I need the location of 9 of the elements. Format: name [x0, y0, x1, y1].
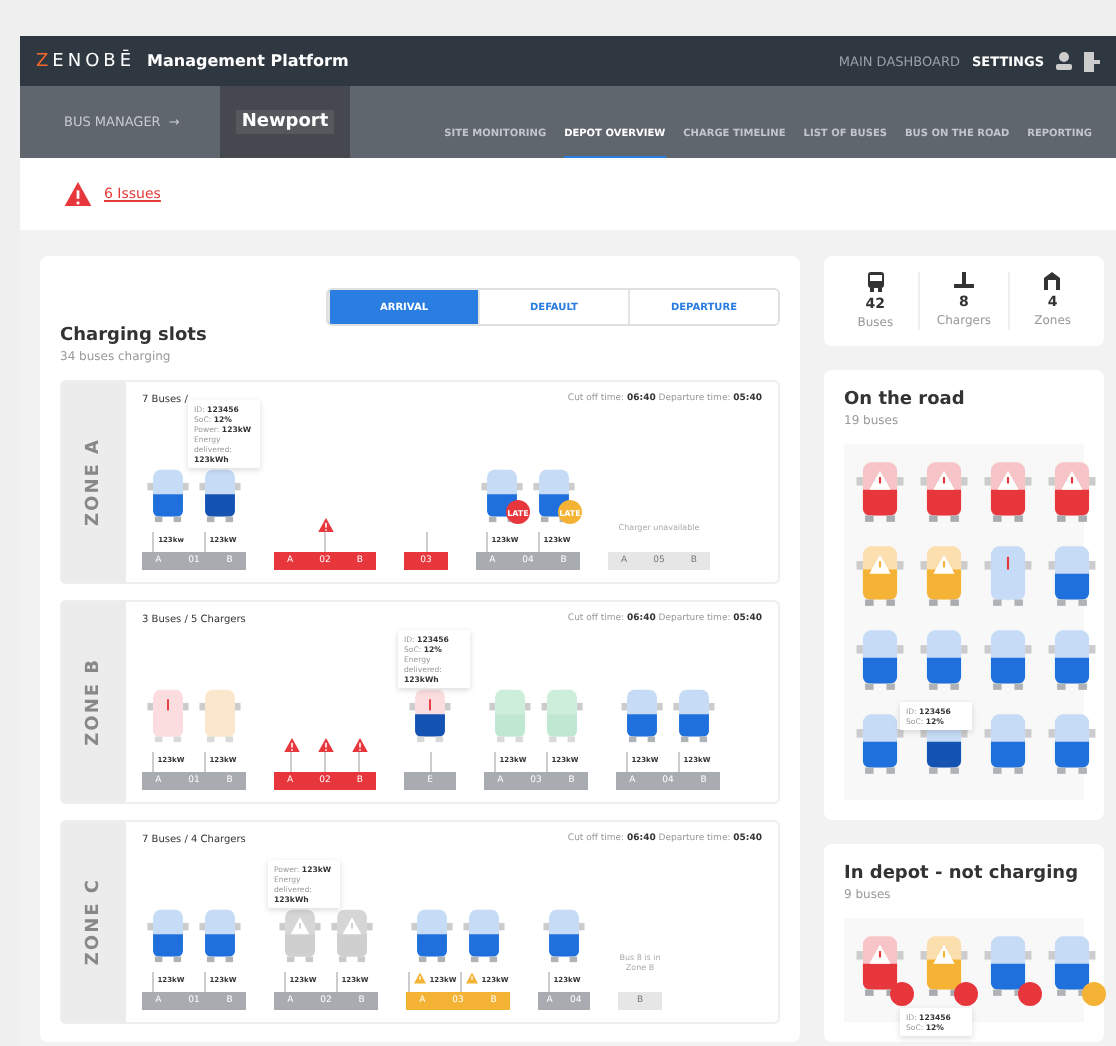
- zone-label: ZONE B: [84, 658, 104, 746]
- logo[interactable]: ZENOBĒ: [36, 51, 136, 71]
- app-title: Management Platform: [147, 52, 349, 70]
- section-title: Charging slots: [60, 326, 209, 346]
- depot-name[interactable]: Newport: [235, 110, 335, 134]
- zone-label: ZONE C: [84, 878, 104, 966]
- zone-label: ZONE A: [84, 438, 104, 526]
- panel-title: In depot - not charging: [844, 864, 1081, 884]
- panel-title: On the road: [844, 390, 967, 410]
